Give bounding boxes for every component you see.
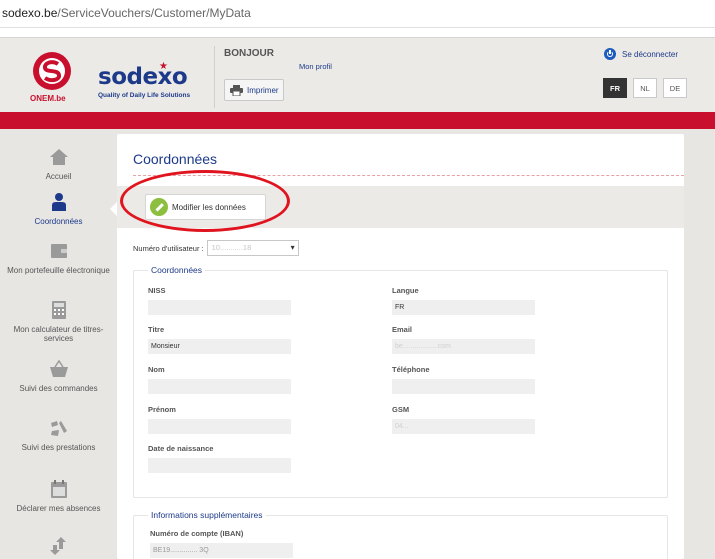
- sidebar-item-label: Déclarer mes absences: [16, 504, 101, 513]
- highlight-annotation: [120, 170, 290, 232]
- sidebar-item-accueil[interactable]: Accueil: [0, 148, 117, 181]
- email-field: Email be..................com: [392, 325, 535, 354]
- wallet-icon: [50, 244, 67, 258]
- header-divider: [214, 46, 215, 108]
- greeting: BONJOUR: [224, 48, 275, 59]
- calculator-icon: [51, 301, 66, 319]
- sidebar-item-label: Coordonnées: [34, 217, 83, 226]
- sidebar-item-label: Mon portefeuille électronique: [7, 266, 110, 275]
- titre-field: Titre Monsieur: [148, 325, 291, 354]
- sidebar-item-label: Mon calculateur de titres-services: [13, 325, 104, 343]
- section-legend: Informations supplémentaires: [148, 510, 266, 520]
- field-label: Numéro de compte (IBAN): [150, 529, 244, 538]
- transfer-arrows-icon: [49, 537, 66, 555]
- onem-label: ONEM.be: [30, 94, 66, 103]
- extra-info-section: Informations supplémentaires Numéro de c…: [133, 510, 668, 559]
- field-label: Langue: [392, 286, 419, 295]
- page-title: Coordonnées: [133, 151, 218, 167]
- language-switcher: FR NL DE: [603, 78, 687, 98]
- langue-value: FR: [392, 300, 535, 315]
- iban-value: BE19.............. 3Q: [150, 543, 293, 558]
- url-text[interactable]: sodexo.be/ServiceVouchers/Customer/MyDat…: [2, 6, 251, 20]
- section-legend: Coordonnées: [148, 265, 206, 275]
- langue-field: Langue FR: [392, 286, 535, 315]
- field-label: GSM: [392, 405, 410, 414]
- iban-field: Numéro de compte (IBAN) BE19............…: [150, 529, 293, 558]
- contact-section: Coordonnées NISS Langue FR Titre Monsieu…: [133, 265, 668, 498]
- sodexo-logo[interactable]: sodexo: [98, 64, 188, 90]
- field-label: Téléphone: [392, 365, 430, 374]
- field-label: Titre: [148, 325, 165, 334]
- email-value: be..................com: [392, 339, 535, 354]
- logout-label: Se déconnecter: [622, 49, 679, 59]
- logout-link[interactable]: Se déconnecter: [604, 48, 678, 60]
- sidebar-item-commandes[interactable]: Suivi des commandes: [0, 359, 117, 393]
- sodexo-star-icon: ★: [159, 61, 168, 72]
- divider: [0, 27, 715, 28]
- site-header: ONEM.be sodexo ★ Quality of Daily Life S…: [0, 38, 715, 112]
- telephone-field: Téléphone: [392, 365, 535, 394]
- gsm-value: 04...: [392, 419, 535, 434]
- sidebar-item-portefeuille[interactable]: Mon portefeuille électronique: [0, 242, 117, 275]
- sidebar-item-prestations[interactable]: Suivi des prestations: [0, 419, 117, 452]
- gsm-field: GSM 04...: [392, 405, 535, 434]
- niss-field: NISS: [148, 286, 291, 315]
- user-number-row: Numéro d'utilisateur : 10...........18: [133, 240, 299, 256]
- calendar-icon: [50, 480, 67, 498]
- lang-nl-button[interactable]: NL: [633, 78, 657, 98]
- sidebar-item-transfer[interactable]: [0, 537, 117, 559]
- printer-icon: [230, 84, 243, 96]
- basket-icon: [49, 359, 68, 377]
- sidebar-item-coordonnees[interactable]: Coordonnées: [0, 193, 117, 226]
- field-label: Date de naissance: [148, 444, 214, 453]
- field-label: Email: [392, 325, 413, 334]
- active-indicator: [110, 202, 117, 216]
- print-button[interactable]: Imprimer: [224, 79, 284, 101]
- lang-de-button[interactable]: DE: [663, 78, 687, 98]
- sidebar-item-label: Suivi des prestations: [21, 443, 96, 452]
- sidebar-item-calculateur[interactable]: Mon calculateur de titres-services: [0, 301, 117, 343]
- power-icon: [604, 48, 616, 60]
- sodexo-tagline: Quality of Daily Life Solutions: [98, 92, 191, 99]
- sidebar-item-label: Suivi des commandes: [19, 384, 98, 393]
- sidebar: Accueil Coordonnées Mon portefeuille éle…: [0, 129, 117, 559]
- naissance-field: Date de naissance: [148, 444, 291, 473]
- user-number-label: Numéro d'utilisateur :: [133, 243, 204, 253]
- telephone-value: [392, 379, 535, 394]
- lang-fr-button[interactable]: FR: [603, 78, 627, 98]
- cleaning-tools-icon: [50, 421, 67, 436]
- titre-value: Monsieur: [148, 339, 291, 354]
- sidebar-item-absences[interactable]: Déclarer mes absences: [0, 480, 117, 513]
- nom-value: [148, 379, 291, 394]
- field-label: NISS: [148, 286, 166, 295]
- browser-address-bar[interactable]: sodexo.be/ServiceVouchers/Customer/MyDat…: [0, 0, 715, 38]
- naissance-value: [148, 458, 291, 473]
- user-number-select[interactable]: 10...........18: [206, 240, 299, 256]
- field-label: Nom: [148, 365, 165, 374]
- prenom-value: [148, 419, 291, 434]
- main-content: Coordonnées Modifier les données Numéro …: [117, 134, 684, 559]
- home-icon: [49, 149, 68, 165]
- prenom-field: Prénom: [148, 405, 291, 434]
- brand-red-bar: [0, 112, 715, 129]
- print-label: Imprimer: [247, 85, 279, 95]
- page-margin: [684, 134, 715, 559]
- field-label: Prénom: [148, 405, 176, 414]
- profile-link[interactable]: Mon profil: [299, 62, 332, 71]
- nom-field: Nom: [148, 365, 291, 394]
- onem-logo-icon[interactable]: [30, 51, 74, 95]
- sidebar-item-label: Accueil: [45, 172, 72, 181]
- user-icon: [51, 193, 66, 211]
- niss-value: [148, 300, 291, 315]
